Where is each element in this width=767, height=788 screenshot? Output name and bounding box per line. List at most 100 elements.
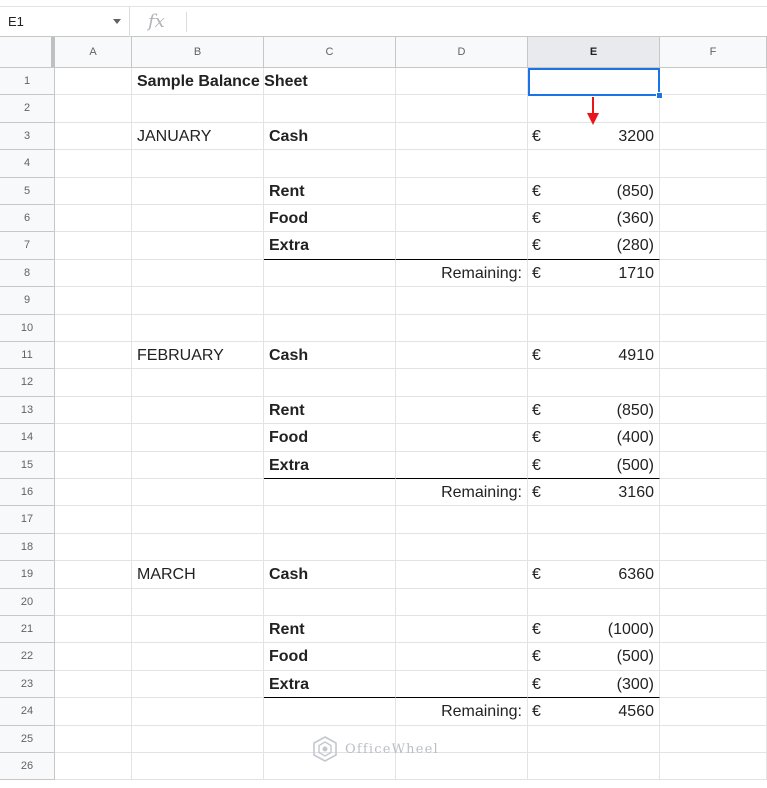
cell-f22[interactable] xyxy=(660,643,767,671)
cell-b11[interactable]: FEBRUARY xyxy=(132,342,264,370)
cell-b20[interactable] xyxy=(132,588,264,616)
cell-e13[interactable]: € (850) xyxy=(528,396,660,425)
cell-e20[interactable] xyxy=(528,588,660,616)
cell-f14[interactable] xyxy=(660,424,767,452)
cell-a1[interactable] xyxy=(55,68,132,96)
cell-b15[interactable] xyxy=(132,451,264,479)
cell-c6[interactable]: Food xyxy=(264,205,396,233)
cell-b4[interactable] xyxy=(132,150,264,178)
row-header[interactable]: 1 xyxy=(0,68,55,96)
cell-a5[interactable] xyxy=(55,177,132,205)
row-header[interactable]: 23 xyxy=(0,670,55,699)
cell-e3[interactable]: €3200 xyxy=(528,122,660,151)
cell-a10[interactable] xyxy=(55,314,132,342)
cell-d18[interactable] xyxy=(396,533,528,562)
cell-c19[interactable]: Cash xyxy=(264,561,396,589)
cell-f1[interactable] xyxy=(660,68,767,96)
cell-f17[interactable] xyxy=(660,506,767,534)
column-header-b[interactable]: B xyxy=(132,37,264,67)
row-header[interactable]: 26 xyxy=(0,753,55,781)
cell-a15[interactable] xyxy=(55,451,132,479)
cell-e19[interactable]: €6360 xyxy=(528,561,660,589)
cell-c11[interactable]: Cash xyxy=(264,342,396,370)
cell-f9[interactable] xyxy=(660,287,767,315)
cell-a9[interactable] xyxy=(55,287,132,315)
row-header[interactable]: 11 xyxy=(0,342,55,370)
cell-a24[interactable] xyxy=(55,698,132,726)
cell-e12[interactable] xyxy=(528,369,660,397)
cell-b1[interactable]: Sample Balance Sheet xyxy=(132,68,308,96)
row-header[interactable]: 21 xyxy=(0,616,55,644)
cell-c23[interactable]: Extra xyxy=(264,670,396,699)
cell-f3[interactable] xyxy=(660,122,767,151)
cell-a14[interactable] xyxy=(55,424,132,452)
row-header[interactable]: 19 xyxy=(0,561,55,589)
cell-e14[interactable]: € (400) xyxy=(528,424,660,452)
cell-c12[interactable] xyxy=(264,369,396,397)
row-header[interactable]: 14 xyxy=(0,424,55,452)
cell-f24[interactable] xyxy=(660,698,767,726)
cell-d16[interactable]: Remaining: xyxy=(396,479,528,507)
cell-e6[interactable]: € (360) xyxy=(528,205,660,233)
cell-d9[interactable] xyxy=(396,287,528,315)
column-header-a[interactable]: A xyxy=(55,37,132,67)
cell-d12[interactable] xyxy=(396,369,528,397)
cell-b2[interactable] xyxy=(132,95,264,123)
cell-c10[interactable] xyxy=(264,314,396,342)
cell-c13[interactable]: Rent xyxy=(264,396,396,425)
cell-d7[interactable] xyxy=(396,232,528,260)
cell-b12[interactable] xyxy=(132,369,264,397)
row-header[interactable]: 2 xyxy=(0,95,55,123)
row-header[interactable]: 6 xyxy=(0,205,55,233)
row-header[interactable]: 18 xyxy=(0,533,55,562)
cell-f6[interactable] xyxy=(660,205,767,233)
cell-e11[interactable]: €4910 xyxy=(528,342,660,370)
cell-e4[interactable] xyxy=(528,150,660,178)
cell-f25[interactable] xyxy=(660,725,767,753)
row-header[interactable]: 7 xyxy=(0,232,55,260)
cell-b23[interactable] xyxy=(132,670,264,699)
cell-f15[interactable] xyxy=(660,451,767,479)
cell-b6[interactable] xyxy=(132,205,264,233)
cell-a12[interactable] xyxy=(55,369,132,397)
cell-f16[interactable] xyxy=(660,479,767,507)
row-header[interactable]: 5 xyxy=(0,177,55,205)
cell-a4[interactable] xyxy=(55,150,132,178)
cell-f10[interactable] xyxy=(660,314,767,342)
row-header[interactable]: 4 xyxy=(0,150,55,178)
cell-e15[interactable]: € (500) xyxy=(528,451,660,479)
cell-b14[interactable] xyxy=(132,424,264,452)
cell-a26[interactable] xyxy=(55,753,132,781)
cell-a6[interactable] xyxy=(55,205,132,233)
cell-f21[interactable] xyxy=(660,616,767,644)
cell-d4[interactable] xyxy=(396,150,528,178)
cell-d19[interactable] xyxy=(396,561,528,589)
cell-f20[interactable] xyxy=(660,588,767,616)
cell-e16[interactable]: €3160 xyxy=(528,479,660,507)
cell-e1[interactable] xyxy=(528,68,660,96)
cell-a2[interactable] xyxy=(55,95,132,123)
cell-b9[interactable] xyxy=(132,287,264,315)
cell-a17[interactable] xyxy=(55,506,132,534)
cell-c15[interactable]: Extra xyxy=(264,451,396,479)
cell-b21[interactable] xyxy=(132,616,264,644)
row-header[interactable]: 24 xyxy=(0,698,55,726)
row-header[interactable]: 8 xyxy=(0,259,55,288)
cell-f12[interactable] xyxy=(660,369,767,397)
cell-e21[interactable]: € (1000) xyxy=(528,616,660,644)
cell-e8[interactable]: €1710 xyxy=(528,259,660,288)
cell-c2[interactable] xyxy=(264,95,396,123)
cell-e23[interactable]: € (300) xyxy=(528,670,660,699)
cell-e7[interactable]: € (280) xyxy=(528,232,660,260)
cell-e9[interactable] xyxy=(528,287,660,315)
cell-f7[interactable] xyxy=(660,232,767,260)
cell-b8[interactable] xyxy=(132,259,264,288)
cell-c17[interactable] xyxy=(264,506,396,534)
cell-c20[interactable] xyxy=(264,588,396,616)
cell-a8[interactable] xyxy=(55,259,132,288)
cell-f13[interactable] xyxy=(660,396,767,425)
chevron-down-icon[interactable] xyxy=(113,19,121,24)
cell-d14[interactable] xyxy=(396,424,528,452)
cell-f5[interactable] xyxy=(660,177,767,205)
cell-b22[interactable] xyxy=(132,643,264,671)
